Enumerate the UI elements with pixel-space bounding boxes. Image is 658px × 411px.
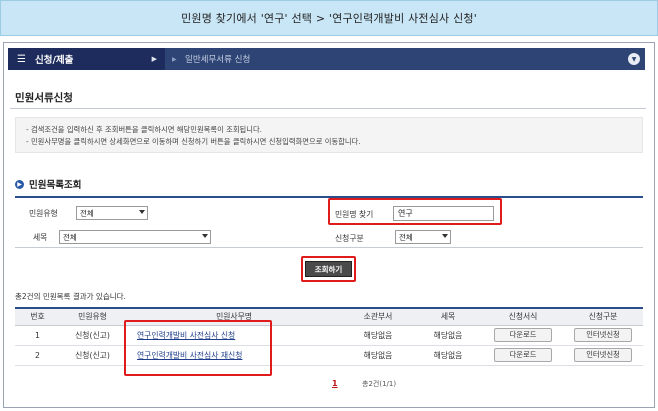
highlight-box-search-name <box>328 198 502 225</box>
section-title-text: 민원목록조회 <box>29 180 82 191</box>
row-number: 1 <box>15 325 60 346</box>
chevron-down-icon[interactable]: ▼ <box>628 53 640 65</box>
highlight-box-search-button <box>301 256 356 282</box>
col-header: 신청서식 <box>483 307 563 326</box>
type-label: 민원유형 <box>29 209 58 218</box>
instruction-text: 민원명 찾기에서 '연구' 선택 > '연구인력개발비 사전심사 신청' <box>181 12 477 25</box>
page-link-current[interactable]: 1 <box>332 379 338 388</box>
caret-right-icon: ▶ <box>151 55 157 63</box>
caret-right-icon: ▶ <box>172 56 177 63</box>
divider <box>10 108 646 109</box>
result-count: 총2건의 민원목록 결과가 있습니다. <box>15 292 126 301</box>
col-header: 민원유형 <box>60 307 125 326</box>
notice-line: - 검색조건을 입력하신 후 조회버튼을 클릭하시면 해당민원목록이 조회됩니다… <box>26 125 263 134</box>
col-header: 세목 <box>413 307 483 326</box>
internet-apply-button[interactable]: 인터넷신청 <box>574 328 632 342</box>
tax-select-value: 전체 <box>63 232 77 242</box>
nav-main-label: 신청/제출 <box>34 55 74 66</box>
row-tax: 해당없음 <box>413 325 483 346</box>
dropdown-arrow-icon <box>442 234 448 238</box>
col-header: 소관부서 <box>343 307 413 326</box>
highlight-box-results <box>124 320 272 376</box>
download-button[interactable]: 다운로드 <box>494 328 552 342</box>
col-header: 신청구분 <box>563 307 643 326</box>
col-header: 번호 <box>15 307 60 326</box>
apply-type-label: 신청구분 <box>335 234 364 243</box>
dropdown-arrow-icon <box>139 210 145 214</box>
notice-line: - 민원사무명을 클릭하시면 상세화면으로 이동하며 신청하기 버튼을 클릭하시… <box>26 137 361 146</box>
nav-bar: ☰ 신청/제출 ▶ ▶ 일반세무서류 신청 ▼ <box>8 48 645 70</box>
notice-box: - 검색조건을 입력하신 후 조회버튼을 클릭하시면 해당민원목록이 조회됩니다… <box>15 117 643 153</box>
hamburger-icon[interactable]: ☰ <box>17 54 26 65</box>
row-type: 신청(신고) <box>60 325 125 346</box>
section-title: ▶ 민원목록조회 <box>15 177 81 191</box>
apply-type-select[interactable]: 전체 <box>395 230 451 244</box>
bullet-icon: ▶ <box>15 179 24 189</box>
table-row: 1 신청(신고) 연구인력개발비 사전심사 신청 해당없음 해당없음 다운로드 … <box>15 325 643 346</box>
tax-select[interactable]: 전체 <box>59 230 211 244</box>
type-select[interactable]: 전체 <box>76 206 148 220</box>
page-summary: 총2건(1/1) <box>362 380 397 388</box>
nav-menu-sub[interactable]: ▶ 일반세무서류 신청 ▼ <box>165 48 645 70</box>
row-type: 신청(신고) <box>60 345 125 366</box>
nav-menu-main[interactable]: ☰ 신청/제출 ▶ <box>8 48 165 70</box>
table-row: 2 신청(신고) 연구인력개발비 사전심사 재신청 해당없음 해당없음 다운로드… <box>15 345 643 366</box>
row-dept: 해당없음 <box>343 345 413 366</box>
type-select-value: 전체 <box>80 208 94 218</box>
apply-type-select-value: 전체 <box>399 232 413 242</box>
nav-sub-label: 일반세무서류 신청 <box>185 55 251 65</box>
results-table: 번호 민원유형 민원사무명 소관부서 세목 신청서식 신청구분 1 신청(신고)… <box>15 307 643 366</box>
row-dept: 해당없음 <box>343 325 413 346</box>
instruction-banner: 민원명 찾기에서 '연구' 선택 > '연구인력개발비 사전심사 신청' <box>0 0 658 36</box>
row-tax: 해당없음 <box>413 345 483 366</box>
tax-label: 세목 <box>33 233 48 242</box>
dropdown-arrow-icon <box>202 234 208 238</box>
table-header-row: 번호 민원유형 민원사무명 소관부서 세목 신청서식 신청구분 <box>15 307 643 326</box>
row-number: 2 <box>15 345 60 366</box>
page-title: 민원서류신청 <box>15 92 73 104</box>
internet-apply-button[interactable]: 인터넷신청 <box>574 348 632 362</box>
download-button[interactable]: 다운로드 <box>494 348 552 362</box>
